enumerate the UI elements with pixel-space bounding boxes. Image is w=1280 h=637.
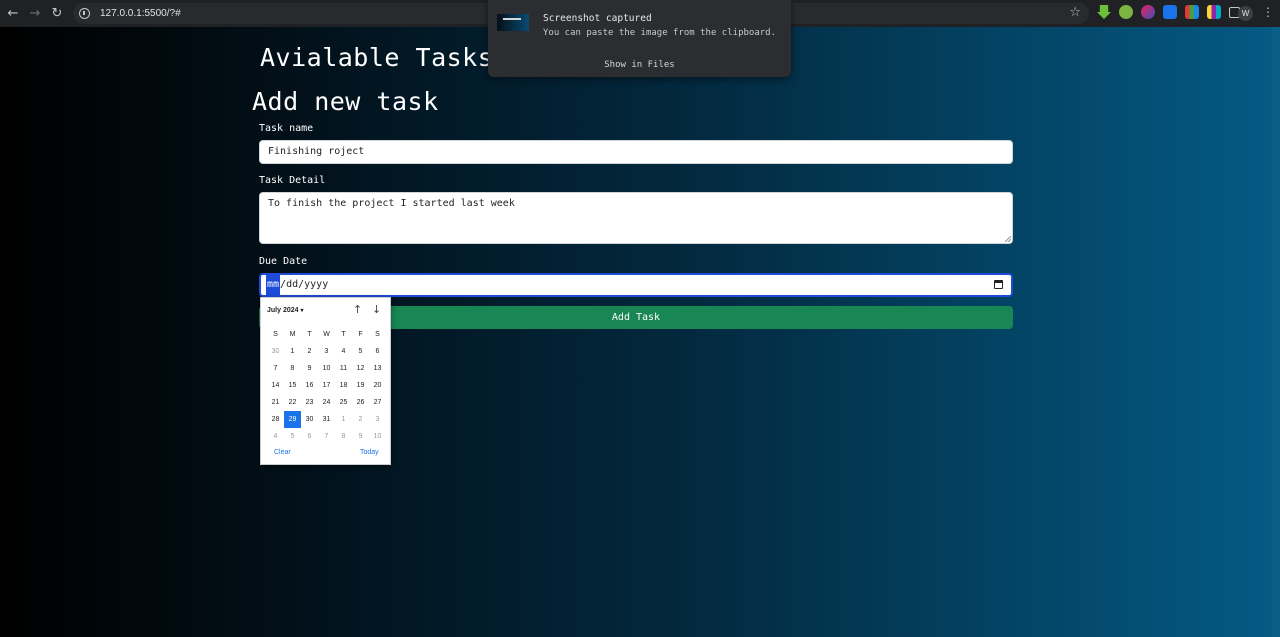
calendar-day[interactable]: 21 bbox=[267, 394, 284, 411]
task-detail-label: Task Detail bbox=[259, 175, 326, 186]
calendar-day[interactable]: 18 bbox=[335, 377, 352, 394]
site-info-icon[interactable] bbox=[79, 8, 90, 19]
calendar-day[interactable]: 10 bbox=[318, 360, 335, 377]
add-task-heading: Add new task bbox=[252, 87, 439, 116]
back-button[interactable]: ← bbox=[2, 3, 24, 25]
calendar-day[interactable]: 3 bbox=[318, 343, 335, 360]
calendar-day[interactable]: 15 bbox=[284, 377, 301, 394]
month-year-selector[interactable]: July 2024 ▾ bbox=[267, 307, 304, 314]
calendar-day[interactable]: 8 bbox=[284, 360, 301, 377]
date-picker-popup: July 2024 ▾ ↑ ↓ S M T W T F S 30 1 2 3 4 5 6 7 8 9 10 11 12 1… bbox=[260, 297, 391, 465]
calendar-day[interactable]: 8 bbox=[335, 428, 352, 445]
clear-button[interactable]: Clear bbox=[274, 449, 291, 456]
due-date-input[interactable]: mm /dd/yyyy bbox=[259, 273, 1013, 297]
palette-extension-icon[interactable] bbox=[1207, 5, 1221, 19]
today-button[interactable]: Today bbox=[360, 449, 379, 456]
calendar-day[interactable]: 6 bbox=[301, 428, 318, 445]
multicolor-extension-icon[interactable] bbox=[1185, 5, 1199, 19]
task-detail-text: To finish the project I started last wee… bbox=[268, 198, 515, 209]
calendar-icon[interactable] bbox=[994, 280, 1003, 289]
forward-arrow-icon: → bbox=[29, 6, 41, 21]
reload-button[interactable]: ↻ bbox=[46, 3, 68, 25]
weekday-header: S bbox=[273, 331, 278, 338]
calendar-day[interactable]: 5 bbox=[284, 428, 301, 445]
calendar-day[interactable]: 12 bbox=[352, 360, 369, 377]
calendar-day[interactable]: 7 bbox=[318, 428, 335, 445]
calendar-day[interactable]: 28 bbox=[267, 411, 284, 428]
calendar-day[interactable]: 23 bbox=[301, 394, 318, 411]
calendar-day[interactable]: 20 bbox=[369, 377, 386, 394]
weekday-header: F bbox=[358, 331, 363, 338]
calendar-day[interactable]: 11 bbox=[335, 360, 352, 377]
calendar-day[interactable]: 2 bbox=[301, 343, 318, 360]
previous-month-arrow-icon[interactable]: ↑ bbox=[353, 303, 362, 316]
calendar-day[interactable]: 30 bbox=[267, 343, 284, 360]
calendar-day[interactable]: 25 bbox=[335, 394, 352, 411]
calendar-day[interactable]: 19 bbox=[352, 377, 369, 394]
scrollbar[interactable] bbox=[1272, 27, 1280, 637]
caret-down-icon: ▾ bbox=[300, 308, 304, 314]
calendar-day[interactable]: 27 bbox=[369, 394, 386, 411]
calendar-day[interactable]: 3 bbox=[369, 411, 386, 428]
notification-title: Screenshot captured bbox=[543, 13, 652, 24]
calendar-day[interactable]: 10 bbox=[369, 428, 386, 445]
calendar-day[interactable]: 4 bbox=[335, 343, 352, 360]
calendar-day-selected[interactable]: 29 bbox=[284, 411, 301, 428]
profile-avatar[interactable]: W bbox=[1238, 6, 1253, 21]
calendar-day[interactable]: 16 bbox=[301, 377, 318, 394]
weekday-header: S bbox=[375, 331, 380, 338]
calendar-day[interactable]: 17 bbox=[318, 377, 335, 394]
calendar-day[interactable]: 1 bbox=[335, 411, 352, 428]
calendar-day[interactable]: 9 bbox=[301, 360, 318, 377]
calendar-day[interactable]: 22 bbox=[284, 394, 301, 411]
weekday-header: W bbox=[323, 331, 330, 338]
calendar-day[interactable]: 24 bbox=[318, 394, 335, 411]
calendar-day[interactable]: 9 bbox=[352, 428, 369, 445]
calendar-day[interactable]: 4 bbox=[267, 428, 284, 445]
bookmark-star-icon[interactable]: ☆ bbox=[1069, 5, 1081, 20]
calendar-day[interactable]: 1 bbox=[284, 343, 301, 360]
calendar-day[interactable]: 30 bbox=[301, 411, 318, 428]
task-name-label: Task name bbox=[259, 123, 314, 134]
show-in-files-button[interactable]: Show in Files bbox=[488, 60, 791, 70]
forward-button[interactable]: → bbox=[24, 3, 46, 25]
screenshot-notification: Screenshot captured You can paste the im… bbox=[488, 0, 791, 77]
calendar-grid: S M T W T F S 30 1 2 3 4 5 6 7 8 9 10 11 12 13 14 15 16 17 18 19 20… bbox=[267, 326, 386, 445]
date-rest-segment[interactable]: /dd/yyyy bbox=[280, 275, 328, 295]
weekday-header: M bbox=[289, 331, 296, 338]
download-extension-icon[interactable] bbox=[1097, 5, 1111, 19]
due-date-label: Due Date bbox=[259, 256, 308, 267]
page-body: Avialable Tasks Add new task Task name F… bbox=[0, 27, 1280, 637]
url-text[interactable]: 127.0.0.1:5500/?# bbox=[100, 8, 181, 19]
calendar-day[interactable]: 6 bbox=[369, 343, 386, 360]
color-extension-icon[interactable] bbox=[1141, 5, 1155, 19]
browser-menu-icon[interactable]: ⋮ bbox=[1262, 5, 1274, 19]
calendar-day[interactable]: 14 bbox=[267, 377, 284, 394]
calendar-day[interactable]: 13 bbox=[369, 360, 386, 377]
resize-grip-icon[interactable] bbox=[1005, 236, 1011, 242]
weekday-header: T bbox=[341, 331, 346, 338]
calendar-day[interactable]: 5 bbox=[352, 343, 369, 360]
blue-extension-icon[interactable] bbox=[1163, 5, 1177, 19]
weekday-header: T bbox=[307, 331, 312, 338]
screenshot-thumbnail[interactable] bbox=[497, 14, 529, 31]
reload-icon: ↻ bbox=[51, 6, 63, 21]
task-detail-textarea[interactable]: To finish the project I started last wee… bbox=[259, 192, 1013, 244]
calendar-day[interactable]: 26 bbox=[352, 394, 369, 411]
month-year-label: July 2024 bbox=[267, 307, 299, 314]
green-extension-icon[interactable] bbox=[1119, 5, 1133, 19]
month-segment[interactable]: mm bbox=[266, 275, 281, 295]
notification-body: You can paste the image from the clipboa… bbox=[543, 28, 776, 38]
calendar-day[interactable]: 2 bbox=[352, 411, 369, 428]
extensions-bar bbox=[1097, 5, 1240, 19]
calendar-day[interactable]: 7 bbox=[267, 360, 284, 377]
available-tasks-heading: Avialable Tasks bbox=[260, 43, 494, 72]
task-name-input[interactable]: Finishing roject bbox=[259, 140, 1013, 164]
back-arrow-icon: ← bbox=[7, 6, 19, 21]
calendar-day[interactable]: 31 bbox=[318, 411, 335, 428]
next-month-arrow-icon[interactable]: ↓ bbox=[372, 303, 381, 316]
